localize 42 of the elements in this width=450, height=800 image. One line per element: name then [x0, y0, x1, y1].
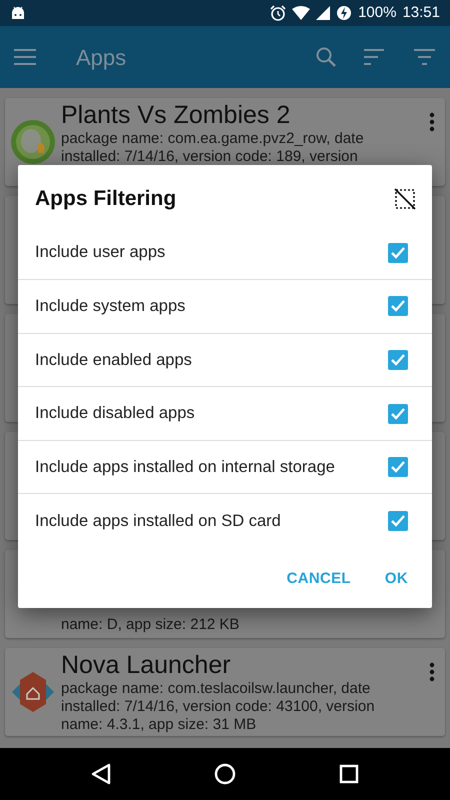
search-icon[interactable]: [316, 47, 336, 67]
menu-icon[interactable]: [14, 49, 36, 65]
back-icon[interactable]: [91, 763, 112, 785]
app-bar-title: Apps: [76, 44, 128, 72]
checkbox[interactable]: [388, 296, 408, 316]
app-icon: [10, 119, 56, 165]
battery-percent: 100%: [358, 2, 396, 23]
filter-option[interactable]: Include disabled apps: [18, 387, 432, 441]
battery-saver-icon: [336, 5, 352, 21]
app-details: package name: com.teslacoilsw.launcher, date: [61, 680, 372, 698]
dialog-title: Apps Filtering: [35, 186, 176, 212]
app-name: Nova Launcher: [61, 650, 232, 680]
android-icon: [10, 6, 26, 20]
signal-icon: [316, 6, 330, 20]
filter-icon[interactable]: [414, 49, 436, 65]
filter-option[interactable]: Include system apps: [18, 280, 432, 334]
checkbox[interactable]: [388, 511, 408, 532]
more-options-icon[interactable]: [429, 112, 435, 132]
alarm-icon: [270, 5, 286, 21]
checkbox[interactable]: [388, 242, 408, 263]
app-details: name: D, app size: 212 KB: [61, 616, 240, 634]
sort-icon[interactable]: [364, 49, 386, 65]
app-details: name: 4.3.1, app size: 31 MB: [61, 716, 258, 734]
more-options-icon[interactable]: [429, 662, 435, 682]
app-card[interactable]: Nova Launcher package name: com.teslacoilsw.launcher, date installed: 7/14/16, version code: 43100, version name: 4.3.1, app size: 31 MB: [5, 648, 445, 736]
checkbox[interactable]: [388, 350, 408, 370]
wifi-icon: [292, 6, 310, 20]
filter-option[interactable]: Include apps installed on internal storage: [18, 440, 432, 494]
filter-option[interactable]: Include user apps: [18, 226, 432, 280]
checkbox[interactable]: [388, 404, 408, 424]
recents-icon[interactable]: [338, 764, 359, 784]
app-icon: [10, 669, 56, 715]
filter-option[interactable]: Include apps installed on SD card: [18, 494, 432, 548]
app-name: Plants Vs Zombies 2: [61, 100, 292, 130]
filter-option[interactable]: Include enabled apps: [18, 334, 432, 388]
clock-time: 13:51: [402, 2, 440, 23]
deselect-icon[interactable]: [394, 188, 416, 210]
app-details: installed: 7/14/16, version code: 43100, version: [61, 698, 376, 716]
app-details: installed: 7/14/16, version code: 189, version: [61, 148, 359, 166]
checkbox[interactable]: [388, 457, 408, 478]
home-icon[interactable]: [214, 763, 236, 785]
app-details: package name: com.ea.game.pvz2_row, date: [61, 130, 365, 148]
